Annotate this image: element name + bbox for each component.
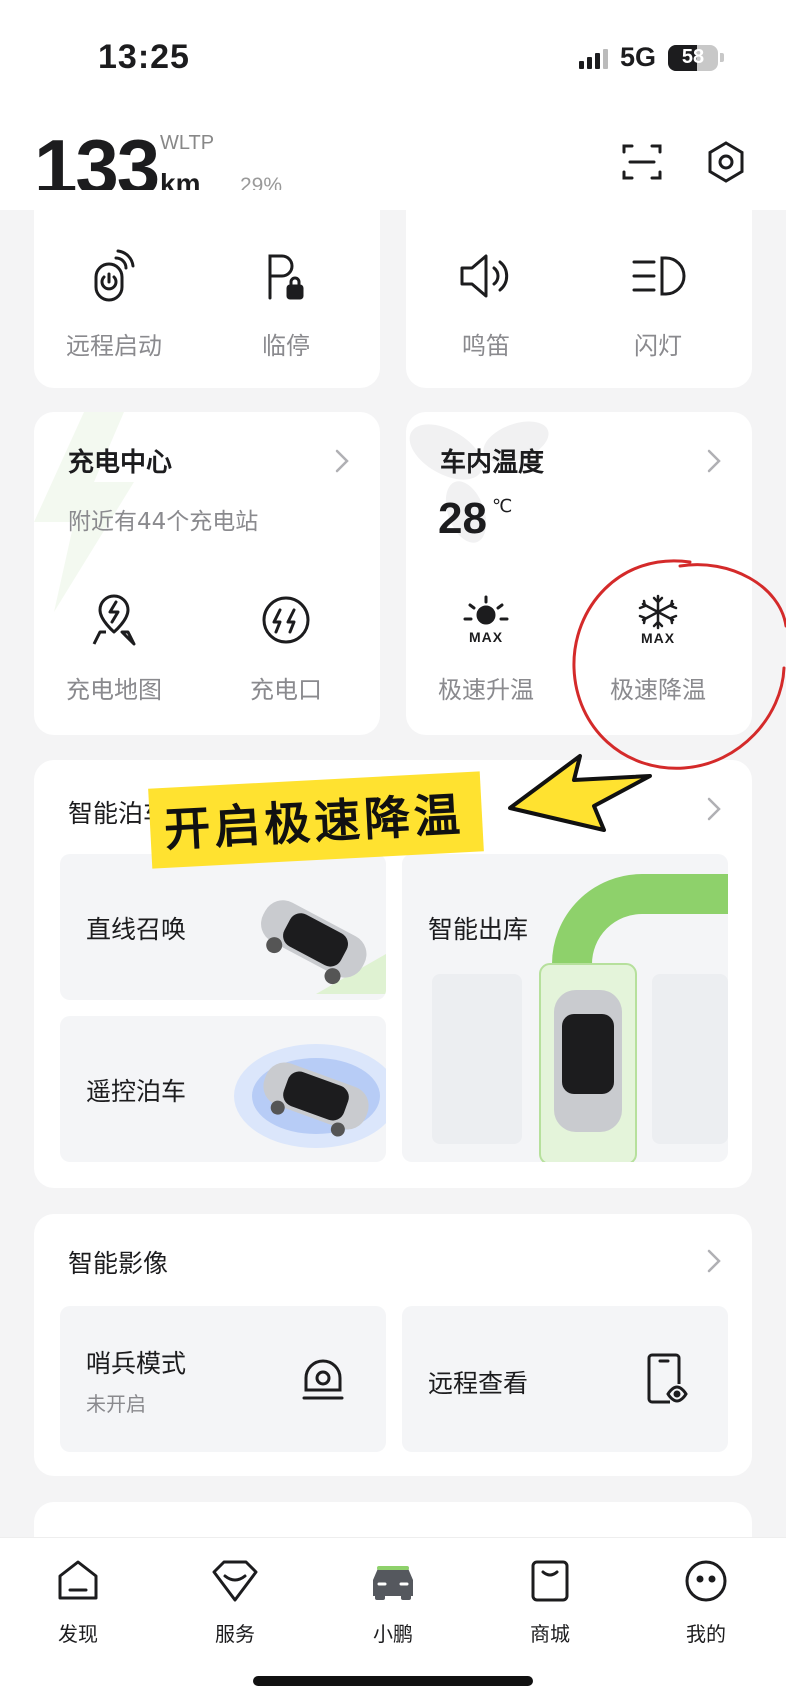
settings-icon[interactable] xyxy=(704,140,748,184)
sentry-mode-label: 哨兵模式 xyxy=(86,1349,187,1378)
car-illustration xyxy=(261,900,386,994)
network-type: 5G xyxy=(619,42,656,72)
temp-parking-button[interactable]: 临停 xyxy=(206,246,366,361)
tab-mall-label: 商城 xyxy=(530,1622,570,1646)
status-bar: 13:25 5G 58 xyxy=(0,0,786,110)
home-indicator[interactable] xyxy=(253,1676,533,1686)
annotation-circle xyxy=(572,559,786,770)
tab-discover-label: 发现 xyxy=(58,1622,98,1646)
battery-nub xyxy=(720,53,724,62)
scan-icon[interactable] xyxy=(620,140,664,184)
annotation-arrow-icon xyxy=(508,754,652,832)
chevron-right-icon xyxy=(707,797,721,821)
sentry-mode-tile[interactable]: 哨兵模式 未开启 xyxy=(60,1306,386,1452)
climate-title: 车内温度 xyxy=(440,448,545,478)
horn-label: 鸣笛 xyxy=(462,332,510,360)
fan-watermark-icon xyxy=(409,421,549,543)
max-heat-label: 极速升温 xyxy=(438,676,534,704)
chevron-right-icon xyxy=(335,449,349,473)
charging-map-icon xyxy=(34,590,194,650)
remote-parking-label: 遥控泊车 xyxy=(86,1077,187,1106)
car-icon xyxy=(343,1558,443,1608)
status-time: 13:25 xyxy=(98,38,190,76)
charging-port-label: 充电口 xyxy=(250,676,322,704)
temperature-unit: ℃ xyxy=(492,496,513,517)
temp-parking-icon xyxy=(206,246,366,306)
remote-view-icon xyxy=(647,1353,688,1404)
mall-icon xyxy=(500,1558,600,1608)
max-heat-icon: MAX xyxy=(406,590,566,650)
charging-map-button[interactable]: 充电地图 xyxy=(34,590,194,705)
remote-parking-tile[interactable]: 遥控泊车 xyxy=(60,1016,386,1162)
smart-camera-card[interactable]: 智能影像 哨兵模式 未开启 远程查看 xyxy=(34,1214,752,1476)
charging-map-label: 充电地图 xyxy=(66,676,162,704)
tab-profile-label: 我的 xyxy=(686,1622,726,1646)
battery-icon: 58 xyxy=(668,44,718,71)
remote-view-tile[interactable]: 远程查看 xyxy=(402,1306,728,1452)
exit-path-illustration xyxy=(432,874,728,1162)
smart-exit-tile[interactable]: 智能出库 xyxy=(402,854,728,1162)
chevron-right-icon xyxy=(707,1249,721,1273)
chevron-right-icon xyxy=(707,449,721,473)
quick-actions-card-left: 远程启动 临停 xyxy=(34,190,380,388)
tab-xpeng[interactable]: 小鹏 xyxy=(343,1558,443,1647)
status-indicators: 5G 58 xyxy=(578,42,724,73)
horn-button[interactable]: 鸣笛 xyxy=(406,246,566,361)
range-cycle: WLTP xyxy=(160,132,215,154)
sentry-camera-icon xyxy=(302,1359,344,1400)
flash-lights-icon xyxy=(578,246,738,306)
remote-start-icon xyxy=(34,246,194,306)
remote-view-label: 远程查看 xyxy=(428,1369,529,1398)
signal-icon xyxy=(578,47,608,69)
charging-center-title: 充电中心 xyxy=(68,448,173,478)
temp-parking-label: 临停 xyxy=(262,332,310,360)
tab-service[interactable]: 服务 xyxy=(185,1558,285,1647)
discover-icon xyxy=(28,1558,128,1608)
quick-actions-card-right: 鸣笛 闪灯 xyxy=(406,190,752,388)
straight-summon-label: 直线召唤 xyxy=(86,915,187,944)
remote-parking-car-illustration xyxy=(234,1044,386,1148)
tab-xpeng-label: 小鹏 xyxy=(373,1622,413,1646)
charging-port-button[interactable]: 充电口 xyxy=(206,590,366,705)
horn-icon xyxy=(406,246,566,306)
tab-mall[interactable]: 商城 xyxy=(500,1558,600,1647)
cabin-temperature: 28 xyxy=(438,494,487,543)
charging-center-card[interactable]: 充电中心 附近有44个充电站 充电地图 充电口 xyxy=(34,412,380,735)
remote-start-label: 远程启动 xyxy=(66,332,162,360)
remote-start-button[interactable]: 远程启动 xyxy=(34,246,194,361)
charging-center-subtitle: 附近有44个充电站 xyxy=(68,509,259,535)
tab-service-label: 服务 xyxy=(215,1622,255,1646)
straight-summon-tile[interactable]: 直线召唤 xyxy=(60,854,386,1000)
tab-discover[interactable]: 发现 xyxy=(28,1558,128,1647)
charging-port-icon xyxy=(206,590,366,650)
service-icon xyxy=(185,1558,285,1608)
profile-icon xyxy=(656,1558,756,1608)
flash-lights-label: 闪灯 xyxy=(634,332,682,360)
flash-lights-button[interactable]: 闪灯 xyxy=(578,246,738,361)
smart-camera-title: 智能影像 xyxy=(68,1249,169,1278)
sentry-mode-status: 未开启 xyxy=(86,1392,146,1416)
battery-level: 58 xyxy=(681,46,705,68)
max-heat-button[interactable]: MAX 极速升温 xyxy=(406,590,566,705)
max-badge: MAX xyxy=(468,629,504,645)
tab-profile[interactable]: 我的 xyxy=(656,1558,756,1647)
